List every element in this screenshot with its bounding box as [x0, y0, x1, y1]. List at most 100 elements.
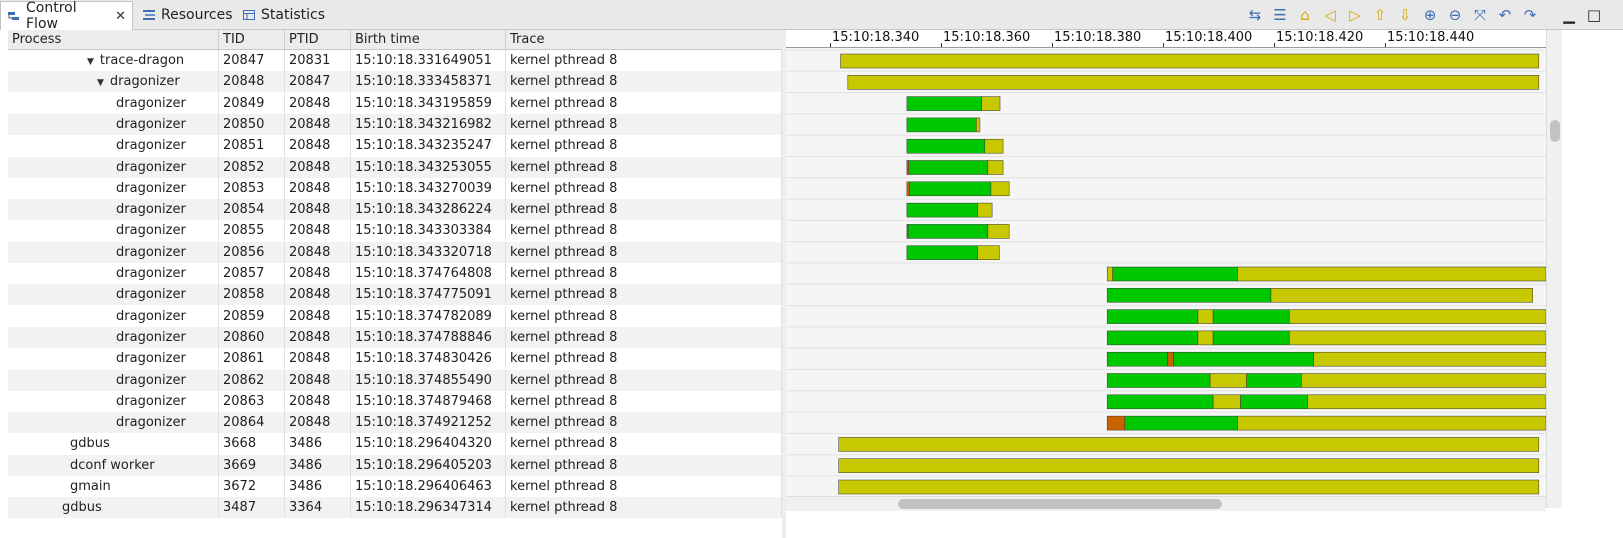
state-bar-blocked[interactable]: [1167, 351, 1174, 367]
select-previous-event-icon[interactable]: ◁: [1321, 6, 1339, 24]
column-header-process[interactable]: Process: [8, 30, 219, 49]
state-bar-wait[interactable]: [1237, 415, 1546, 431]
state-bar-running[interactable]: [906, 202, 978, 218]
table-row[interactable]: dragonizer 20864 20848 15:10:18.374921252 ke…: [8, 412, 782, 434]
horizontal-scrollbar[interactable]: [786, 496, 1546, 511]
select-next-event-icon[interactable]: ▷: [1346, 6, 1364, 24]
scrollbar-thumb[interactable]: [898, 499, 1222, 509]
state-bar-running[interactable]: [1240, 394, 1308, 410]
table-row[interactable]: gdbus 3487 3364 15:10:18.296347314 kernel pt…: [8, 497, 782, 519]
state-bar-wait[interactable]: [987, 160, 1004, 175]
show-legend-icon[interactable]: ☰: [1271, 6, 1289, 24]
state-bar-wait[interactable]: [1106, 266, 1113, 282]
state-bar-running[interactable]: [1106, 330, 1199, 346]
minimize-icon[interactable]: ▁: [1560, 6, 1578, 24]
state-bar-wait[interactable]: [1209, 373, 1247, 388]
state-bar-running[interactable]: [1106, 373, 1211, 388]
state-bar-blocked[interactable]: [1106, 415, 1126, 431]
state-bar-wait[interactable]: [1288, 330, 1546, 346]
close-icon[interactable]: ✕: [115, 9, 126, 24]
table-row[interactable]: dragonizer 20856 20848 15:10:18.343320718 ke…: [8, 241, 782, 263]
next-process-icon[interactable]: ⇩: [1396, 6, 1414, 24]
state-bar-wait[interactable]: [1237, 266, 1546, 282]
table-row[interactable]: dragonizer 20853 20848 15:10:18.343270039 ke…: [8, 177, 782, 199]
state-bar-running[interactable]: [906, 138, 986, 154]
time-graph[interactable]: 15:10:18.340 15:10:18.360 15:10:18.380 15:1…: [786, 30, 1546, 508]
column-header-birth-time[interactable]: Birth time: [351, 30, 506, 49]
state-bar-running[interactable]: [906, 117, 977, 133]
table-row[interactable]: dragonizer 20860 20848 15:10:18.374788846 ke…: [8, 326, 782, 348]
state-bar-running[interactable]: [1212, 330, 1290, 346]
table-row[interactable]: dconf worker 3669 3486 15:10:18.296405203 ke…: [8, 454, 782, 476]
column-header-tid[interactable]: TID: [219, 30, 285, 49]
state-bar-running[interactable]: [1124, 415, 1238, 431]
state-bar-wait[interactable]: [990, 181, 1010, 197]
expand-toggle-icon[interactable]: ▼: [97, 78, 104, 88]
state-bar-wait[interactable]: [981, 96, 1001, 111]
state-bar-running[interactable]: [1106, 288, 1272, 303]
zoom-out-icon[interactable]: ⊖: [1446, 6, 1464, 24]
follow-arrow-backward-icon[interactable]: ↶: [1496, 6, 1514, 24]
state-bar-wait[interactable]: [1197, 309, 1214, 324]
tab-control-flow[interactable]: Control Flow ✕: [0, 0, 133, 32]
state-bar-wait[interactable]: [838, 479, 1540, 495]
state-bar-wait[interactable]: [1270, 288, 1533, 303]
state-bar-running[interactable]: [909, 181, 992, 197]
state-bar-wait[interactable]: [976, 117, 981, 133]
state-bar-wait[interactable]: [840, 53, 1540, 69]
state-bar-running[interactable]: [1106, 394, 1214, 410]
state-bar-running[interactable]: [906, 96, 983, 111]
hide-arrows-icon[interactable]: ⤧: [1471, 6, 1489, 24]
state-bar-blocked[interactable]: [906, 181, 910, 197]
state-bar-running[interactable]: [1212, 309, 1290, 324]
table-row[interactable]: dragonizer 20850 20848 15:10:18.343216982 ke…: [8, 113, 782, 135]
process-table[interactable]: Process TID PTID Birth time Trace ▼ trace…: [8, 30, 782, 528]
table-row[interactable]: dragonizer 20861 20848 15:10:18.374830426 ke…: [8, 348, 782, 370]
tab-resources[interactable]: Resources: [136, 1, 236, 29]
table-row[interactable]: gmain 3672 3486 15:10:18.296406463 kernel pt…: [8, 476, 782, 497]
follow-arrow-forward-icon[interactable]: ↷: [1521, 6, 1539, 24]
state-bar-wait[interactable]: [1313, 351, 1546, 367]
state-bar-wait[interactable]: [977, 202, 993, 218]
state-bar-wait[interactable]: [1301, 373, 1546, 388]
state-bar-wait[interactable]: [838, 437, 1540, 452]
tab-statistics[interactable]: Statistics: [236, 1, 328, 29]
align-views-icon[interactable]: ⇆: [1246, 6, 1264, 24]
expand-toggle-icon[interactable]: ▼: [87, 57, 94, 67]
table-row[interactable]: ▼ dragonizer 20848 20847 15:10:18.333458371 k…: [8, 71, 782, 93]
scrollbar-thumb[interactable]: [1550, 120, 1560, 142]
column-header-trace[interactable]: Trace: [506, 30, 782, 49]
reset-timescale-icon[interactable]: ⌂: [1296, 6, 1314, 24]
table-row[interactable]: dragonizer 20852 20848 15:10:18.343253055 ke…: [8, 156, 782, 178]
state-bar-running[interactable]: [1246, 373, 1302, 388]
state-bar-running[interactable]: [907, 224, 989, 239]
table-row[interactable]: dragonizer 20855 20848 15:10:18.343303384 ke…: [8, 220, 782, 242]
state-bar-wait[interactable]: [984, 138, 1004, 154]
table-row[interactable]: dragonizer 20851 20848 15:10:18.343235247 ke…: [8, 135, 782, 157]
state-bar-running[interactable]: [1112, 266, 1238, 282]
state-bar-running[interactable]: [908, 160, 989, 175]
table-row[interactable]: dragonizer 20862 20848 15:10:18.374855490 ke…: [8, 369, 782, 391]
table-row[interactable]: dragonizer 20863 20848 15:10:18.374879468 ke…: [8, 390, 782, 412]
state-bar-wait[interactable]: [1307, 394, 1546, 410]
state-bar-wait[interactable]: [1212, 394, 1241, 410]
table-row[interactable]: dragonizer 20858 20848 15:10:18.374775091 ke…: [8, 284, 782, 306]
state-bar-wait[interactable]: [1197, 330, 1214, 346]
column-header-ptid[interactable]: PTID: [285, 30, 351, 49]
state-bar-running[interactable]: [1106, 351, 1168, 367]
previous-process-icon[interactable]: ⇧: [1371, 6, 1389, 24]
state-bar-running[interactable]: [906, 245, 978, 260]
table-row[interactable]: ▼ trace-dragon 20847 20831 15:10:18.33164905…: [8, 50, 782, 71]
table-row[interactable]: gdbus 3668 3486 15:10:18.296404320 kernel pt…: [8, 433, 782, 455]
table-row[interactable]: dragonizer 20854 20848 15:10:18.343286224 ke…: [8, 199, 782, 221]
state-bar-wait[interactable]: [838, 458, 1540, 473]
state-bar-running[interactable]: [1173, 351, 1314, 367]
maximize-icon[interactable]: □: [1585, 6, 1603, 24]
state-bar-wait[interactable]: [847, 75, 1540, 90]
zoom-in-icon[interactable]: ⊕: [1421, 6, 1439, 24]
state-bar-wait[interactable]: [1288, 309, 1546, 324]
state-bar-wait[interactable]: [977, 245, 1000, 260]
state-bar-blocked[interactable]: [906, 160, 909, 175]
table-row[interactable]: dragonizer 20857 20848 15:10:18.374764808 ke…: [8, 263, 782, 284]
state-bar-wait[interactable]: [987, 224, 1010, 239]
